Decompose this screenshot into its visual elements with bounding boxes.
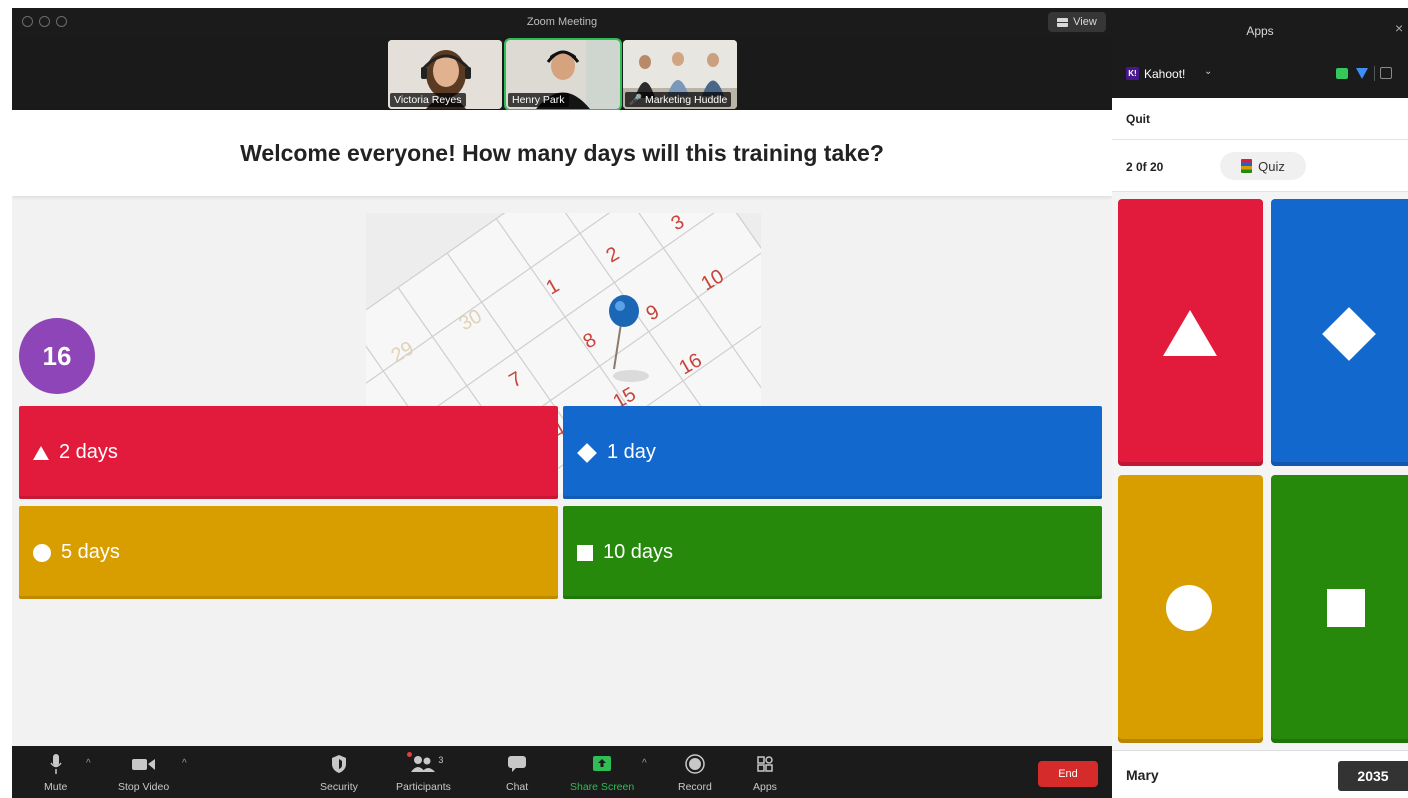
player-name: Mary [1126, 767, 1159, 783]
progress-row: 2 0f 20 Quiz [1112, 140, 1408, 192]
answer-label: 10 days [603, 541, 674, 563]
pop-out-icon[interactable] [1380, 67, 1392, 79]
share-screen-icon [593, 756, 612, 771]
meeting-toolbar: Mute ^ Stop Video ^ Security 3 Participa… [12, 746, 1112, 798]
record-icon [685, 754, 705, 774]
grid-view-icon [1057, 17, 1069, 27]
answer-label: 5 days [61, 541, 120, 563]
answer-option-blue[interactable]: 1 day [563, 406, 1102, 499]
video-camera-icon [131, 759, 155, 770]
view-button[interactable]: View [1048, 12, 1106, 32]
divider [1374, 66, 1375, 81]
answer-tile-green[interactable] [1271, 475, 1408, 743]
answer-tile-yellow[interactable] [1118, 475, 1263, 743]
shared-screen-content: Welcome everyone! How many days will thi… [12, 110, 1112, 746]
chat-bubble-icon [508, 756, 527, 772]
participant-thumbnails: Victoria Reyes Henry Park 🎤 Marketing Hu… [12, 38, 1112, 111]
participant-name: 🎤 Marketing Huddle [625, 92, 732, 107]
circle-icon [33, 543, 51, 562]
microphone-icon [50, 754, 62, 774]
muted-mic-icon: 🎤 [629, 94, 645, 106]
quiz-icon [1241, 159, 1253, 173]
participant-name: Henry Park [508, 93, 569, 107]
player-score: 2035 [1338, 761, 1408, 791]
participant-name: Victoria Reyes [390, 93, 466, 107]
app-selector-bar: K! Kahoot! ⌄ [1112, 52, 1408, 98]
kahoot-logo-icon: K! [1126, 67, 1139, 80]
audio-options-caret-icon[interactable]: ^ [86, 758, 91, 769]
diamond-icon [577, 442, 597, 463]
stop-video-button[interactable]: Stop Video [118, 752, 169, 793]
answer-label: 1 day [607, 441, 656, 463]
app-name-dropdown[interactable]: Kahoot! [1144, 67, 1185, 81]
triangle-icon [1163, 310, 1217, 356]
quiz-type-badge: Quiz [1220, 152, 1306, 180]
record-button[interactable]: Record [678, 752, 712, 793]
answer-option-green[interactable]: 10 days [563, 506, 1102, 599]
apps-panel-title: Apps [1246, 24, 1274, 38]
share-screen-button[interactable]: Share Screen [570, 752, 634, 793]
answer-tile-blue[interactable] [1271, 199, 1408, 466]
chat-button[interactable]: Chat [506, 752, 528, 793]
security-button[interactable]: Security [320, 752, 358, 793]
shield-icon [331, 755, 346, 773]
quiz-label: Quiz [1258, 158, 1285, 174]
question-text: Welcome everyone! How many days will thi… [240, 139, 884, 166]
participants-icon [411, 756, 436, 772]
apps-panel-header: Apps × [1112, 8, 1408, 52]
apps-icon [757, 756, 773, 772]
answer-tile-red[interactable] [1118, 199, 1263, 466]
share-options-caret-icon[interactable]: ^ [642, 758, 647, 769]
question-counter: 2 0f 20 [1126, 160, 1164, 174]
share-app-icon[interactable] [1336, 68, 1348, 79]
participant-thumbnail-victoria[interactable]: Victoria Reyes [388, 40, 502, 109]
apps-button[interactable]: Apps [753, 752, 777, 793]
diamond-icon [1322, 307, 1376, 361]
quit-button[interactable]: Quit [1126, 112, 1150, 126]
mute-button[interactable]: Mute [44, 752, 67, 793]
triangle-icon [33, 445, 49, 460]
chevron-down-icon[interactable]: ⌄ [1204, 66, 1212, 77]
filter-icon[interactable] [1356, 68, 1368, 79]
countdown-timer: 16 [19, 318, 95, 394]
participant-thumbnail-henry[interactable]: Henry Park [504, 38, 622, 111]
answer-option-red[interactable]: 2 days [19, 406, 558, 499]
participants-count: 3 [438, 755, 444, 765]
player-row: Mary 2035 [1112, 750, 1408, 798]
square-icon [1327, 589, 1365, 627]
participant-thumbnail-marketing-huddle[interactable]: 🎤 Marketing Huddle [623, 40, 737, 109]
participants-button[interactable]: 3 Participants [396, 752, 451, 793]
apps-panel: Apps × K! Kahoot! ⌄ Quit 2 0f 20 Quiz Ma… [1112, 8, 1408, 798]
circle-icon [1166, 585, 1212, 631]
video-options-caret-icon[interactable]: ^ [182, 758, 187, 769]
view-label: View [1073, 16, 1097, 28]
question-bar: Welcome everyone! How many days will thi… [12, 110, 1112, 196]
answer-option-yellow[interactable]: 5 days [19, 506, 558, 599]
end-meeting-button[interactable]: End [1038, 761, 1098, 787]
title-bar: Zoom Meeting View [12, 8, 1112, 38]
square-icon [577, 544, 593, 561]
answer-label: 2 days [59, 441, 118, 463]
window-title: Zoom Meeting [526, 16, 598, 28]
close-icon[interactable]: × [1395, 20, 1403, 36]
quit-row: Quit [1112, 98, 1408, 140]
zoom-meeting-window: Zoom Meeting View Victoria Reyes Henry P… [12, 8, 1112, 798]
